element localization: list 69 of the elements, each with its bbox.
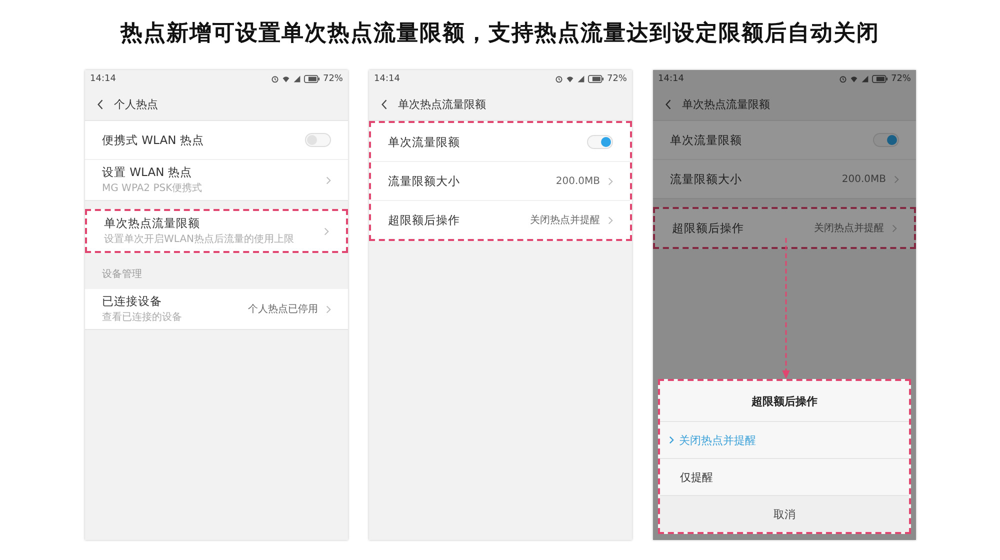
row-title: 已连接设备 [102, 294, 163, 309]
settings-row[interactable]: 已连接设备 查看已连接的设备 个人热点已停用 [85, 289, 348, 329]
chevron-icon [892, 224, 897, 232]
row-subtitle: 设置单次开启WLAN热点后流量的使用上限 [104, 232, 296, 246]
signal-icon [292, 75, 301, 83]
settings-row[interactable]: 流量限额大小 200.0MB [371, 162, 630, 201]
row-title: 便携式 WLAN 热点 [102, 132, 205, 148]
row-title: 流量限额大小 [388, 174, 461, 188]
section-label: 设备管理 [101, 268, 143, 282]
chevron-icon [326, 176, 331, 184]
settings-row[interactable]: 超限额后操作 关闭热点并提醒 [371, 201, 630, 239]
dialog-title: 超限额后操作 [660, 381, 909, 422]
toggle-switch[interactable] [587, 135, 613, 149]
row-value: 个人热点已停用 [248, 302, 318, 316]
option-label: 关闭热点并提醒 [679, 432, 756, 448]
alarm-icon [838, 75, 847, 83]
row-value: 关闭热点并提醒 [530, 214, 600, 227]
row-title: 设置 WLAN 热点 [102, 165, 193, 180]
row-title: 单次流量限额 [670, 132, 743, 148]
battery-icon [872, 75, 888, 83]
chevron-icon [326, 304, 331, 314]
toggle-switch[interactable] [873, 133, 899, 147]
row-title: 单次热点流量限额 [104, 216, 201, 231]
chevron-icon [894, 174, 899, 184]
settings-row[interactable]: 单次流量限额 [653, 121, 916, 160]
row-value: 200.0MB [842, 174, 886, 184]
wifi-icon [566, 75, 574, 83]
row-value: 200.0MB [556, 176, 600, 186]
chevron-icon [669, 436, 674, 444]
row-subtitle: MG WPA2 PSK便携式 [102, 182, 204, 195]
row-title: 超限额后操作 [388, 212, 461, 228]
screen-title: 单次热点流量限额 [398, 96, 486, 112]
alarm-icon [270, 75, 279, 83]
screen-title: 个人热点 [114, 96, 158, 112]
chevron-icon [608, 216, 613, 224]
settings-row[interactable]: 便携式 WLAN 热点 [85, 121, 348, 160]
settings-row[interactable]: 流量限额大小 200.0MB [653, 160, 916, 198]
headline: 热点新增可设置单次热点流量限额，支持热点流量达到设定限额后自动关闭 [119, 19, 880, 48]
back-icon[interactable] [665, 98, 672, 110]
signal-icon [576, 75, 585, 83]
option-label: 仅提醒 [680, 470, 713, 484]
battery-percent: 72% [322, 74, 343, 84]
cancel-button[interactable]: 取消 [660, 496, 909, 532]
back-icon[interactable] [381, 98, 388, 110]
chevron-icon [608, 176, 613, 186]
chevron-icon [324, 226, 329, 236]
status-time: 14:14 [658, 74, 684, 84]
back-icon[interactable] [97, 98, 104, 110]
row-value: 关闭热点并提醒 [814, 222, 884, 235]
battery-percent: 72% [890, 74, 911, 84]
row-title: 超限额后操作 [672, 220, 745, 236]
status-time: 14:14 [90, 74, 116, 84]
row-title: 流量限额大小 [670, 172, 743, 186]
signal-icon [860, 75, 869, 83]
battery-icon [304, 75, 320, 83]
settings-row[interactable]: 设置 WLAN 热点 MG WPA2 PSK便携式 [85, 160, 348, 200]
row-title: 单次流量限额 [388, 134, 461, 150]
row-subtitle: 查看已连接的设备 [102, 310, 183, 324]
screen-title: 单次热点流量限额 [682, 96, 770, 112]
settings-row[interactable]: 单次热点流量限额 设置单次开启WLAN热点后流量的使用上限 [87, 211, 346, 251]
wifi-icon [850, 75, 858, 83]
settings-row[interactable]: 单次流量限额 [371, 123, 630, 162]
toggle-switch[interactable] [305, 133, 331, 147]
alarm-icon [554, 75, 563, 83]
battery-percent: 72% [606, 74, 627, 84]
wifi-icon [282, 75, 290, 83]
battery-icon [588, 75, 604, 83]
status-time: 14:14 [374, 74, 400, 84]
settings-row[interactable]: 超限额后操作 关闭热点并提醒 [655, 209, 914, 247]
